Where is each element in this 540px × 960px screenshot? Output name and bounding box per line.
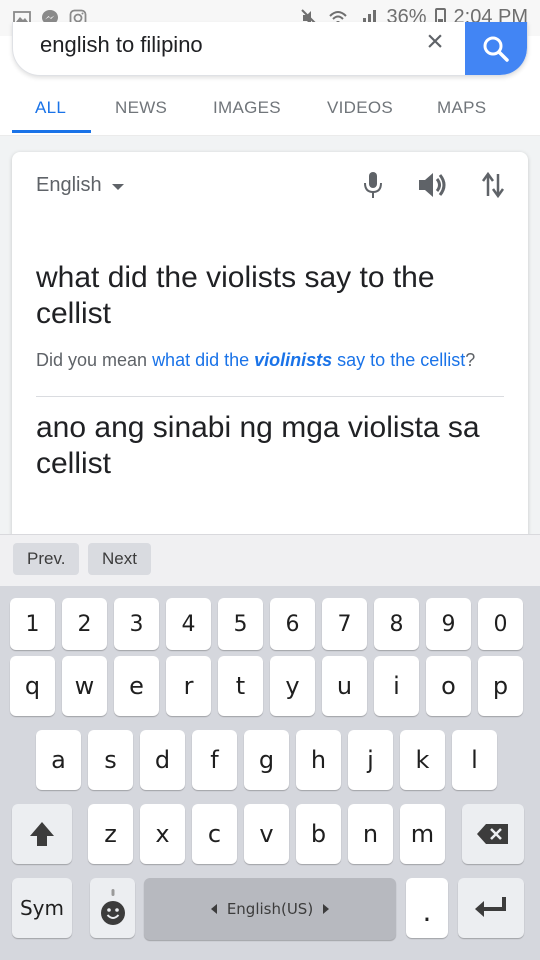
shift-arrow-icon (30, 822, 54, 846)
key-y[interactable]: y (270, 656, 315, 716)
tab-maps[interactable]: MAPS (437, 98, 486, 118)
did-you-mean: Did you mean what did the violinists say… (36, 350, 516, 371)
key-d[interactable]: d (140, 730, 185, 790)
microphone-button[interactable] (354, 166, 392, 204)
prev-button[interactable]: Prev. (13, 543, 80, 575)
translate-card: English what did the violists say to the… (12, 152, 528, 542)
search-input[interactable]: english to filipino (40, 32, 203, 58)
key-k[interactable]: k (400, 730, 445, 790)
search-icon (483, 36, 509, 62)
enter-key[interactable] (458, 878, 524, 938)
key-5[interactable]: 5 (218, 598, 263, 650)
tab-videos[interactable]: VIDEOS (327, 98, 393, 118)
key-s[interactable]: s (88, 730, 133, 790)
source-language-select[interactable]: English (36, 174, 124, 197)
speaker-icon (419, 173, 446, 197)
tab-images[interactable]: IMAGES (213, 98, 281, 118)
key-h[interactable]: h (296, 730, 341, 790)
suggestion-text-before: what did the (152, 350, 255, 370)
suggestion-end: ? (465, 350, 476, 370)
tab-all[interactable]: ALL (35, 98, 66, 118)
active-tab-indicator (12, 130, 91, 133)
key-4[interactable]: 4 (166, 598, 211, 650)
shift-key[interactable] (12, 804, 72, 864)
key-u[interactable]: u (322, 656, 367, 716)
key-i[interactable]: i (374, 656, 419, 716)
listen-button[interactable] (414, 166, 452, 204)
key-r[interactable]: r (166, 656, 211, 716)
key-z[interactable]: z (88, 804, 133, 864)
emoji-icon (100, 889, 125, 925)
key-8[interactable]: 8 (374, 598, 419, 650)
keyboard: 1 2 3 4 5 6 7 8 9 0 q w e r t y u i o p … (0, 586, 540, 960)
form-navigation-bar: Prev. Next (0, 534, 540, 586)
key-q[interactable]: q (10, 656, 55, 716)
spacebar[interactable]: English(US) (144, 878, 396, 940)
key-7[interactable]: 7 (322, 598, 367, 650)
microphone-icon (364, 172, 382, 198)
swap-languages-button[interactable] (474, 166, 512, 204)
key-m[interactable]: m (400, 804, 445, 864)
backspace-key[interactable] (462, 804, 524, 864)
search-button[interactable] (465, 22, 527, 75)
enter-icon (475, 897, 506, 917)
divider (36, 396, 504, 397)
source-language-label: English (36, 174, 102, 196)
search-box: english to filipino × (12, 22, 528, 76)
key-1[interactable]: 1 (10, 598, 55, 650)
key-e[interactable]: e (114, 656, 159, 716)
clear-icon[interactable]: × (419, 26, 451, 58)
suggestion-link[interactable]: what did the violinists say to the celli… (152, 350, 465, 370)
backspace-icon (477, 824, 508, 844)
search-tabs: ALL NEWS IMAGES VIDEOS MAPS (0, 84, 540, 136)
key-n[interactable]: n (348, 804, 393, 864)
key-f[interactable]: f (192, 730, 237, 790)
key-0[interactable]: 0 (478, 598, 523, 650)
next-button[interactable]: Next (88, 543, 151, 575)
key-j[interactable]: j (348, 730, 393, 790)
key-3[interactable]: 3 (114, 598, 159, 650)
sym-key[interactable]: Sym (12, 878, 72, 938)
key-6[interactable]: 6 (270, 598, 315, 650)
suggestion-text-after: say to the cellist (332, 350, 466, 370)
key-o[interactable]: o (426, 656, 471, 716)
period-key[interactable]: . (406, 878, 448, 938)
key-l[interactable]: l (452, 730, 497, 790)
key-9[interactable]: 9 (426, 598, 471, 650)
language-next-icon (323, 904, 330, 914)
key-t[interactable]: t (218, 656, 263, 716)
spacebar-language-label: English(US) (226, 900, 314, 918)
key-p[interactable]: p (478, 656, 523, 716)
suggestion-correction: violinists (254, 350, 333, 370)
key-a[interactable]: a (36, 730, 81, 790)
key-b[interactable]: b (296, 804, 341, 864)
swap-icon (481, 171, 505, 199)
source-text[interactable]: what did the violists say to the cellist (36, 260, 506, 332)
key-c[interactable]: c (192, 804, 237, 864)
chevron-down-icon (111, 184, 124, 190)
emoji-key[interactable] (90, 878, 135, 938)
key-v[interactable]: v (244, 804, 289, 864)
key-w[interactable]: w (62, 656, 107, 716)
did-you-mean-prefix: Did you mean (36, 350, 153, 370)
tab-news[interactable]: NEWS (115, 98, 167, 118)
language-prev-icon (210, 904, 217, 914)
translated-text: ano ang sinabi ng mga violista sa cellis… (36, 411, 480, 480)
key-g[interactable]: g (244, 730, 289, 790)
key-x[interactable]: x (140, 804, 185, 864)
key-2[interactable]: 2 (62, 598, 107, 650)
